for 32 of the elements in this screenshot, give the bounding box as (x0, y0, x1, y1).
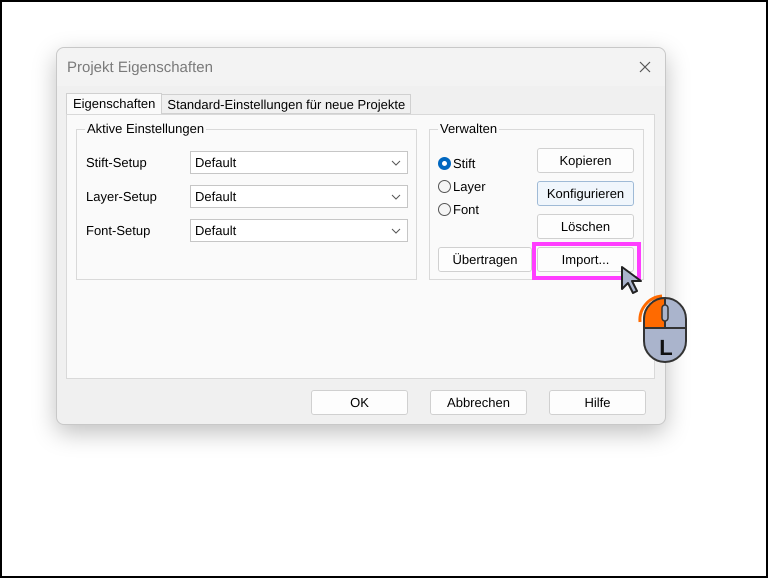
window-title: Projekt Eigenschaften (67, 58, 213, 76)
dialog-button[interactable]: OK (311, 390, 408, 415)
group-title: Verwalten (438, 121, 500, 136)
dropdown[interactable]: Default (190, 219, 408, 242)
field-label: Layer-Setup (86, 189, 158, 204)
field-label: Stift-Setup (86, 155, 148, 170)
radio-icon[interactable] (438, 203, 451, 216)
chevron-down-icon (391, 228, 401, 234)
action-button[interactable]: Kopieren (537, 148, 634, 173)
mouse-button-label: L (659, 335, 673, 360)
action-button[interactable]: Konfigurieren (537, 181, 634, 206)
dialog-button[interactable]: Abbrechen (430, 390, 527, 415)
radio-icon[interactable] (438, 180, 451, 193)
field-label: Font-Setup (86, 223, 152, 238)
radio-option[interactable]: Font (438, 202, 486, 217)
transfer-button[interactable]: Übertragen (438, 247, 532, 272)
radio-icon[interactable] (438, 157, 451, 170)
dialog-button[interactable]: Hilfe (549, 390, 646, 415)
dropdown[interactable]: Default (190, 185, 408, 208)
chevron-down-icon (391, 160, 401, 166)
radio-option[interactable]: Stift (438, 156, 486, 171)
dropdown[interactable]: Default (190, 151, 408, 174)
tab[interactable]: Eigenschaften (66, 93, 162, 114)
tab[interactable]: Standard-Einstellungen für neue Projekte (161, 94, 412, 114)
action-button[interactable]: Import... (537, 247, 634, 272)
chevron-down-icon (391, 194, 401, 200)
close-icon[interactable] (639, 61, 651, 73)
mouse-icon (638, 294, 687, 363)
group-title: Aktive Einstellungen (85, 121, 206, 136)
radio-option[interactable]: Layer (438, 179, 486, 194)
cursor-icon (620, 265, 644, 295)
action-button[interactable]: Löschen (537, 214, 634, 239)
